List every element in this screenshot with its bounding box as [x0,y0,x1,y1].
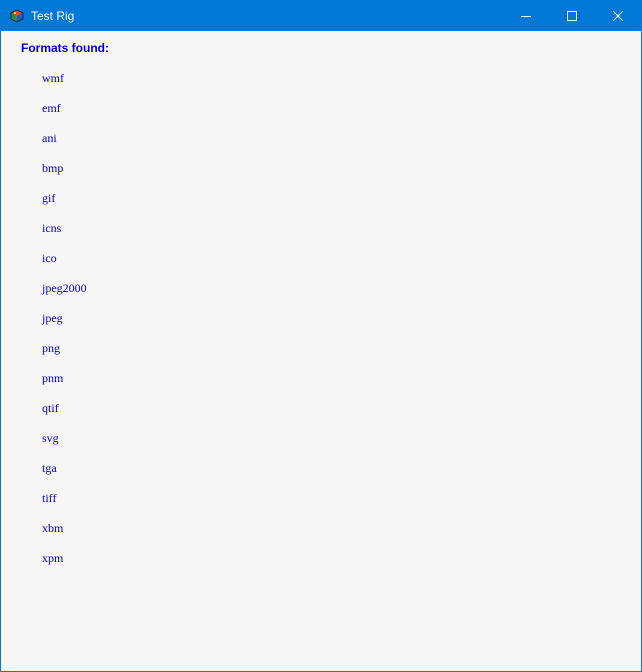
format-item: wmf [42,71,64,85]
title-bar[interactable]: Test Rig [1,1,641,31]
maximize-icon [567,11,577,21]
format-item: pnm [42,371,64,385]
format-item: ani [42,131,57,145]
format-item: tga [42,461,57,475]
close-icon [613,11,623,21]
format-item: gif [42,191,56,205]
minimize-icon [521,16,531,17]
content-area: Formats found: wmf emf ani bmp gif icns … [1,31,641,671]
minimize-button[interactable] [503,1,549,31]
format-item: bmp [42,161,64,175]
maximize-button[interactable] [549,1,595,31]
app-window: Test Rig Formats found: wmf emf ani bmp … [0,0,642,672]
format-item: emf [42,101,61,115]
close-button[interactable] [595,1,641,31]
format-item: png [42,341,60,355]
format-item: icns [42,221,62,235]
format-list: wmf emf ani bmp gif icns ico jpeg2000 jp… [42,70,87,580]
formats-heading: Formats found: [21,41,109,55]
format-item: xbm [42,521,64,535]
format-item: svg [42,431,59,445]
format-item: qtif [42,401,59,415]
format-item: xpm [42,551,64,565]
format-item: jpeg2000 [42,281,87,295]
window-title: Test Rig [31,9,75,23]
format-item: ico [42,251,57,265]
format-item: jpeg [42,311,63,325]
format-item: tiff [42,491,57,505]
colored-cube-icon [10,9,24,23]
